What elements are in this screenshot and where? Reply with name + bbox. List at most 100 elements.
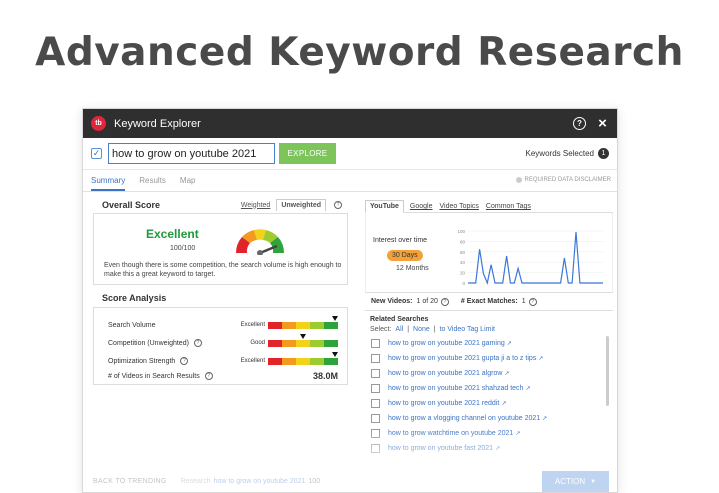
external-link-icon[interactable]: ↗ bbox=[495, 445, 500, 452]
back-to-trending-button[interactable]: BACK TO TRENDING bbox=[93, 478, 167, 485]
score-panel: Overall Score Weighted Unweighted ? Exce… bbox=[93, 197, 348, 385]
related-search-text[interactable]: how to grow on youtube 2021 reddit bbox=[388, 400, 499, 407]
tab-video-topics[interactable]: Video Topics bbox=[438, 201, 479, 212]
related-searches-heading: Related Searches bbox=[370, 316, 429, 323]
related-search-item[interactable]: how to grow watchtime on youtube 2021 ↗ bbox=[365, 426, 613, 441]
bar-segment bbox=[296, 357, 303, 365]
sa-rating: Excellent bbox=[240, 322, 265, 328]
related-checkbox[interactable] bbox=[371, 339, 380, 348]
external-link-icon[interactable]: ↗ bbox=[504, 370, 509, 377]
y-tick-label: 40 bbox=[460, 260, 466, 265]
weighted-toggle[interactable]: Weighted bbox=[241, 202, 270, 209]
related-search-item[interactable]: how to grow on youtube 2021 algrow ↗ bbox=[365, 366, 613, 381]
bar-segment bbox=[303, 321, 310, 329]
related-search-item[interactable]: how to grow on youtube fast 2021 ↗ bbox=[365, 441, 613, 456]
related-search-text[interactable]: how to grow on youtube 2021 shahzad tech bbox=[388, 385, 523, 392]
external-link-icon[interactable]: ↗ bbox=[525, 385, 530, 392]
rating-bar bbox=[268, 351, 338, 365]
external-link-icon[interactable]: ↗ bbox=[515, 430, 520, 437]
range-30-days-button[interactable]: 30 Days bbox=[387, 250, 423, 261]
keywords-selected[interactable]: Keywords Selected 1 bbox=[526, 148, 609, 159]
sa-label: Competition (Unweighted) bbox=[108, 339, 189, 347]
help-icon[interactable]: ? bbox=[440, 297, 449, 306]
tab-google[interactable]: Google bbox=[409, 201, 434, 212]
research-link[interactable]: how to grow on youtube 2021 bbox=[214, 478, 306, 485]
tab-summary[interactable]: Summary bbox=[91, 176, 126, 191]
keyword-search-input[interactable] bbox=[108, 143, 275, 164]
y-tick-label: 60 bbox=[460, 250, 466, 255]
unweighted-toggle[interactable]: Unweighted bbox=[276, 199, 326, 211]
bar-segment bbox=[331, 357, 338, 365]
close-icon[interactable]: × bbox=[596, 115, 609, 132]
window-title: Keyword Explorer bbox=[114, 117, 201, 130]
bar-segment bbox=[282, 321, 289, 329]
level-marker bbox=[300, 333, 306, 339]
y-tick-label: 0 bbox=[462, 281, 465, 286]
sa-row-search-volume: Search Volume Excellent bbox=[108, 315, 338, 331]
to-tag-limit-link[interactable]: to Video Tag Limit bbox=[440, 326, 495, 333]
related-checkbox[interactable] bbox=[371, 384, 380, 393]
sa-label: # of Videos in Search Results bbox=[108, 372, 200, 380]
tab-map[interactable]: Map bbox=[180, 176, 196, 191]
rating-bar bbox=[268, 315, 338, 329]
related-search-text[interactable]: how to grow on youtube 2021 algrow bbox=[388, 370, 502, 377]
bar-segment bbox=[310, 357, 317, 365]
select-all-link[interactable]: All bbox=[395, 326, 403, 333]
tab-results[interactable]: Results bbox=[139, 176, 166, 191]
tab-common-tags[interactable]: Common Tags bbox=[485, 201, 532, 212]
keyword-checkbox[interactable]: ✓ bbox=[91, 148, 102, 159]
related-search-item[interactable]: how to grow on youtube 2021 gaming ↗ bbox=[365, 336, 613, 351]
related-checkbox[interactable] bbox=[371, 444, 380, 453]
data-disclaimer[interactable]: REQUIRED DATA DISCLAIMER bbox=[515, 177, 611, 183]
related-search-text[interactable]: how to grow on youtube 2021 gaming bbox=[388, 340, 505, 347]
related-search-item[interactable]: how to grow on youtube 2021 shahzad tech… bbox=[365, 381, 613, 396]
sa-row-videos: # of Videos in Search Results ? 38.0M bbox=[108, 370, 338, 382]
y-tick-label: 80 bbox=[460, 239, 466, 244]
score-value: 100/100 bbox=[170, 245, 196, 252]
tab-youtube[interactable]: YouTube bbox=[365, 200, 404, 213]
bar-segment bbox=[268, 357, 275, 365]
external-link-icon[interactable]: ↗ bbox=[538, 355, 543, 362]
help-icon[interactable]: ? bbox=[193, 339, 202, 347]
bar-segment bbox=[303, 339, 310, 347]
bar-segment bbox=[296, 321, 303, 329]
bar-segment bbox=[317, 357, 324, 365]
bar-segment bbox=[310, 321, 317, 329]
external-link-icon[interactable]: ↗ bbox=[542, 415, 547, 422]
sa-rating: Good bbox=[250, 340, 265, 346]
external-link-icon[interactable]: ↗ bbox=[501, 400, 506, 407]
action-button[interactable]: ACTION ▼ bbox=[542, 471, 609, 492]
related-checkbox[interactable] bbox=[371, 354, 380, 363]
related-search-text[interactable]: how to grow a vlogging channel on youtub… bbox=[388, 415, 540, 422]
source-tabs: YouTube Google Video Topics Common Tags bbox=[365, 197, 613, 213]
help-icon[interactable]: ? bbox=[528, 297, 537, 306]
help-icon[interactable]: ? bbox=[204, 372, 213, 380]
select-row: Select: All | None | to Video Tag Limit bbox=[370, 326, 495, 333]
related-search-text[interactable]: how to grow on youtube fast 2021 bbox=[388, 445, 493, 452]
related-search-item[interactable]: how to grow on youtube 2021 reddit ↗ bbox=[365, 396, 613, 411]
range-12-months-button[interactable]: 12 Months bbox=[396, 265, 429, 272]
related-search-text[interactable]: how to grow on youtube 2021 gupta ji a t… bbox=[388, 355, 536, 362]
explore-button[interactable]: EXPLORE bbox=[279, 143, 336, 164]
bar-segment bbox=[289, 321, 296, 329]
select-label: Select: bbox=[370, 326, 392, 333]
help-icon[interactable]: ? bbox=[573, 117, 586, 130]
keywords-selected-count: 1 bbox=[598, 148, 609, 159]
research-count: 100 bbox=[308, 478, 321, 485]
related-search-text[interactable]: how to grow watchtime on youtube 2021 bbox=[388, 430, 513, 437]
help-icon[interactable]: ? bbox=[334, 201, 342, 209]
related-search-item[interactable]: how to grow a vlogging channel on youtub… bbox=[365, 411, 613, 426]
related-checkbox[interactable] bbox=[371, 369, 380, 378]
scrollbar[interactable] bbox=[606, 336, 609, 406]
related-checkbox[interactable] bbox=[371, 399, 380, 408]
related-search-item[interactable]: how to grow on youtube 2021 gupta ji a t… bbox=[365, 351, 613, 366]
related-checkbox[interactable] bbox=[371, 414, 380, 423]
external-link-icon[interactable]: ↗ bbox=[507, 340, 512, 347]
keyword-explorer-window: tb Keyword Explorer ? × ✓ EXPLORE Keywor… bbox=[82, 108, 618, 493]
help-icon[interactable]: ? bbox=[180, 357, 189, 365]
overall-score-header: Overall Score Weighted Unweighted ? bbox=[93, 197, 348, 213]
select-none-link[interactable]: None bbox=[413, 326, 430, 333]
related-checkbox[interactable] bbox=[371, 429, 380, 438]
bar-segment bbox=[331, 339, 338, 347]
video-stats: New Videos: 1 of 20 ? # Exact Matches: 1… bbox=[365, 293, 613, 311]
